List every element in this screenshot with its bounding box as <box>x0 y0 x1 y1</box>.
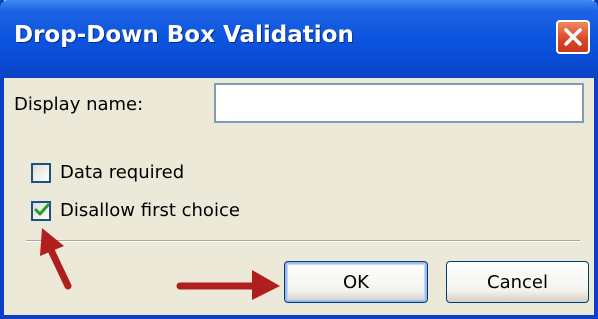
display-name-input[interactable] <box>214 83 584 123</box>
dialog-title: Drop-Down Box Validation <box>14 22 354 48</box>
close-icon <box>564 28 582 46</box>
red-arrow-icon <box>40 228 72 290</box>
dialog-body: Display name: Data required Disallow fir… <box>4 78 594 315</box>
red-arrow-icon <box>176 270 280 300</box>
ok-button[interactable]: OK <box>284 261 428 303</box>
cancel-button[interactable]: Cancel <box>446 261 589 303</box>
data-required-label[interactable]: Data required <box>60 162 184 183</box>
disallow-first-choice-label[interactable]: Disallow first choice <box>60 200 240 221</box>
title-bar[interactable]: Drop-Down Box Validation <box>0 0 598 78</box>
checkmark-icon <box>34 203 50 216</box>
display-name-label: Display name: <box>14 94 144 115</box>
data-required-checkbox[interactable] <box>31 163 51 183</box>
close-button[interactable] <box>556 20 590 54</box>
dialog-window: Drop-Down Box Validation Display name: D… <box>0 0 598 319</box>
separator <box>26 240 580 242</box>
disallow-first-choice-checkbox[interactable] <box>31 201 51 221</box>
